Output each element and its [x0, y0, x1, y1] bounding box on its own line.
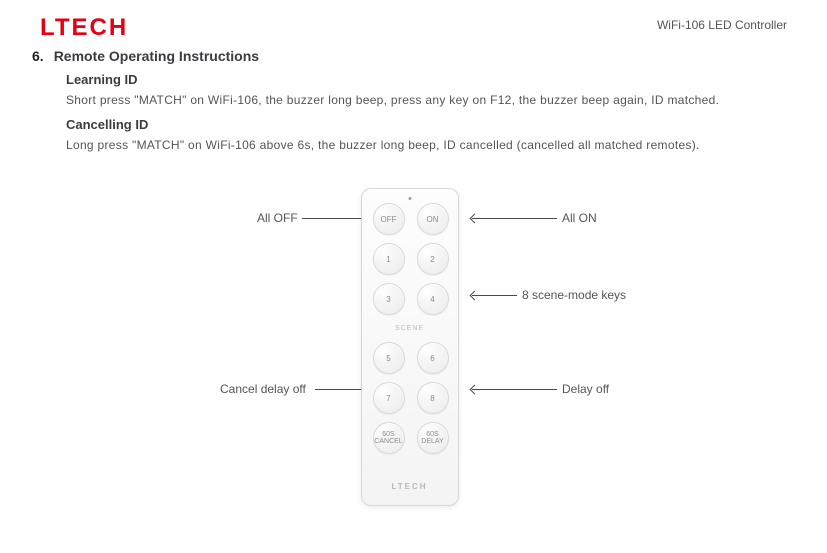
cancelling-id-title: Cancelling ID — [66, 117, 787, 132]
page-header: LTECH WiFi-106 LED Controller — [0, 0, 827, 42]
callout-cancel-delay: Cancel delay off — [220, 382, 306, 396]
cancelling-id-text: Long press "MATCH" on WiFi-106 above 6s,… — [66, 136, 787, 154]
remote-cancel-delay-button[interactable]: 60S CANCEL — [373, 422, 405, 454]
learning-id-title: Learning ID — [66, 72, 787, 87]
section-title: Remote Operating Instructions — [54, 48, 259, 64]
remote-scene-6-button[interactable]: 6 — [417, 342, 449, 374]
remote-brand-label: LTECH — [362, 482, 458, 491]
brand-logo: LTECH — [40, 14, 128, 42]
arrow-delay-off — [472, 389, 557, 390]
remote-scene-label: SCENE — [373, 325, 447, 332]
callout-all-off: All OFF — [257, 211, 298, 225]
remote-led-indicator — [408, 197, 411, 200]
arrow-scene-keys — [472, 295, 517, 296]
section-heading: 6. Remote Operating Instructions — [32, 48, 787, 64]
remote-diagram: All OFF Cancel delay off All ON 8 scene-… — [32, 188, 787, 506]
arrow-all-on — [472, 218, 557, 219]
remote-scene-4-button[interactable]: 4 — [417, 283, 449, 315]
remote-scene-3-button[interactable]: 3 — [373, 283, 405, 315]
remote-on-button[interactable]: ON — [417, 203, 449, 235]
learning-id-text: Short press "MATCH" on WiFi-106, the buz… — [66, 91, 787, 109]
section-number: 6. — [32, 48, 44, 64]
remote-device: OFF ON 1 2 3 4 SCENE 5 6 7 8 60S CANCEL … — [361, 188, 459, 506]
remote-scene-1-button[interactable]: 1 — [373, 243, 405, 275]
document-title: WiFi-106 LED Controller — [657, 18, 787, 32]
callout-scene-keys: 8 scene-mode keys — [522, 288, 626, 302]
remote-button-grid: OFF ON 1 2 3 4 SCENE 5 6 7 8 60S CANCEL … — [372, 203, 448, 454]
remote-off-button[interactable]: OFF — [373, 203, 405, 235]
content-area: 6. Remote Operating Instructions Learnin… — [0, 42, 827, 506]
remote-scene-7-button[interactable]: 7 — [373, 382, 405, 414]
callout-delay-off: Delay off — [562, 382, 609, 396]
callout-all-on: All ON — [562, 211, 597, 225]
remote-scene-8-button[interactable]: 8 — [417, 382, 449, 414]
remote-scene-5-button[interactable]: 5 — [373, 342, 405, 374]
remote-delay-button[interactable]: 60S DELAY — [417, 422, 449, 454]
remote-scene-2-button[interactable]: 2 — [417, 243, 449, 275]
